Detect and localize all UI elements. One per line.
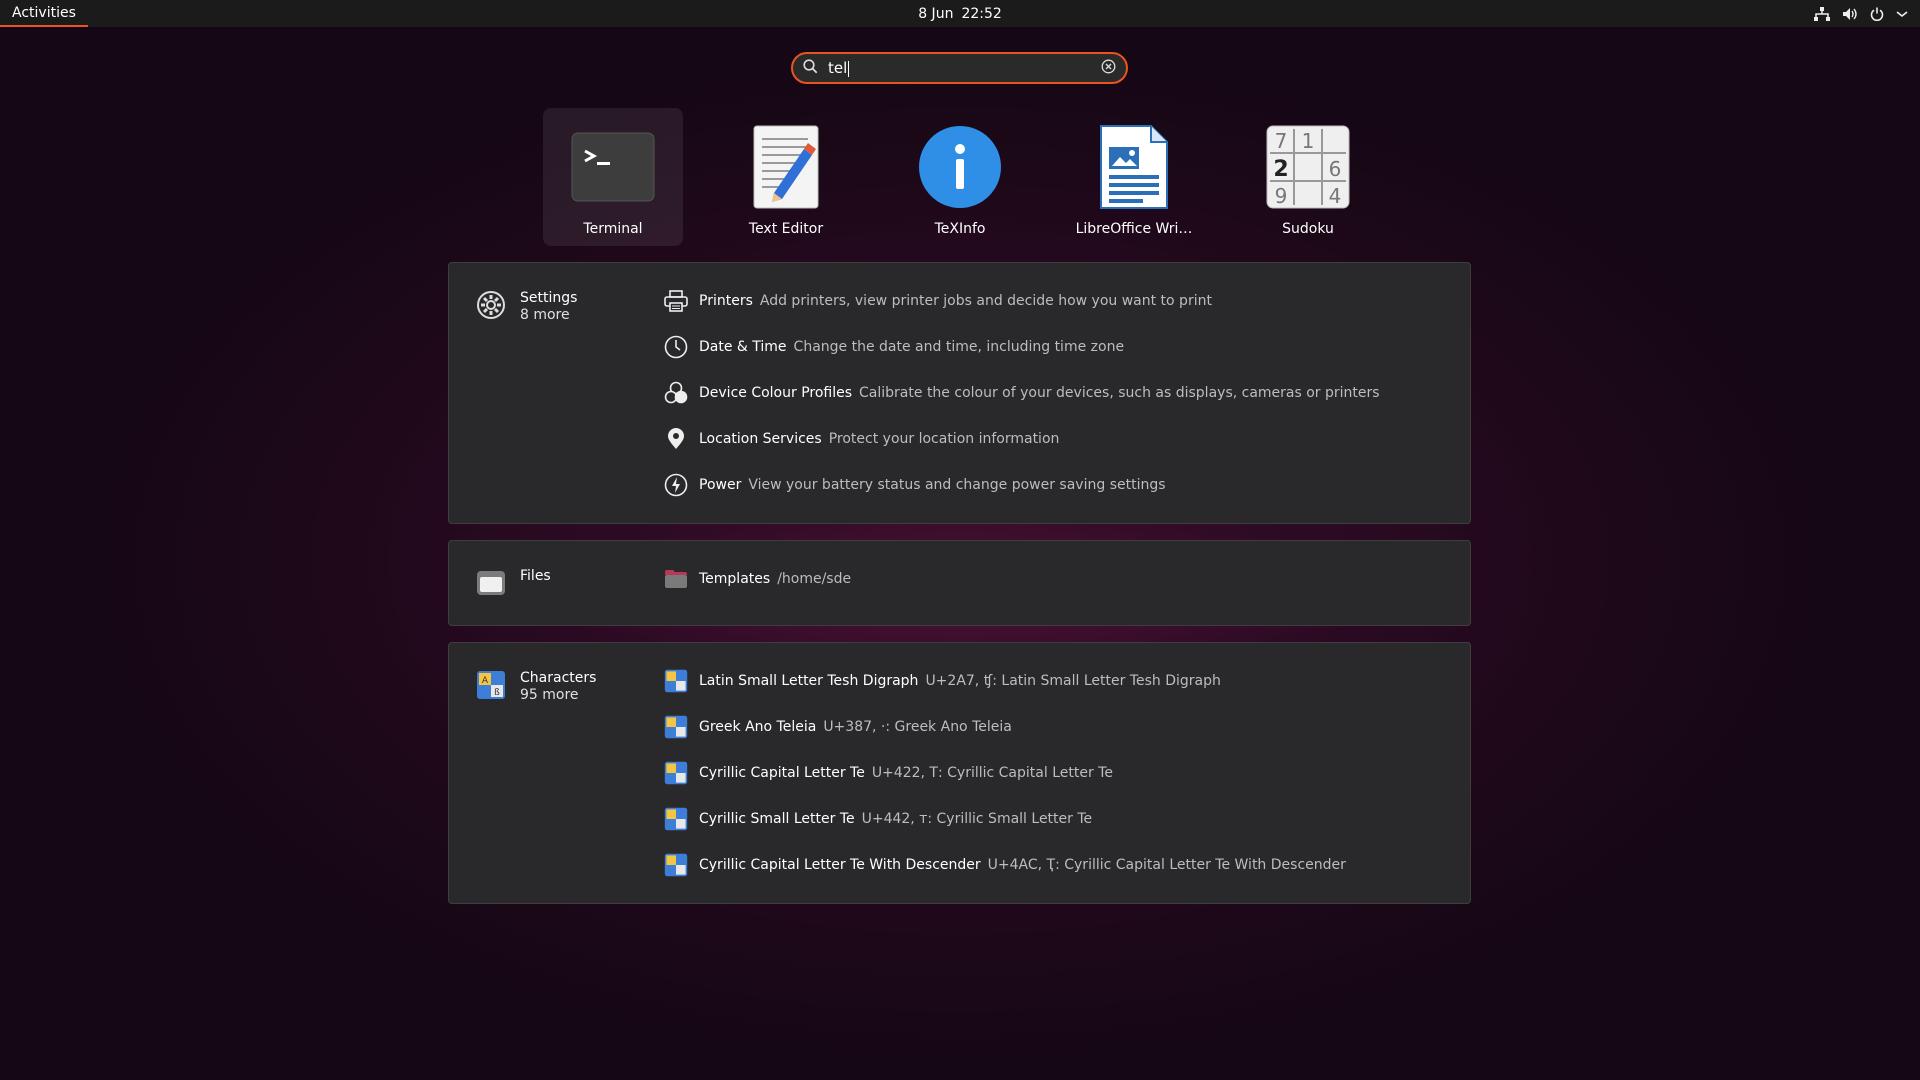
- files-folder-icon: [476, 568, 506, 602]
- libreoffice-writer-icon: [1092, 125, 1176, 209]
- result-title: Cyrillic Small Letter Te: [699, 811, 855, 827]
- svg-text:ß: ß: [494, 688, 500, 698]
- provider-name: Settings: [520, 290, 578, 306]
- result-device-colour-profiles[interactable]: Device Colour Profiles Calibrate the col…: [663, 378, 1380, 408]
- clock-button[interactable]: 8 Jun 22:52: [0, 0, 1920, 27]
- result-character[interactable]: Greek Ano Teleia U+387, ·: Greek Ano Tel…: [663, 712, 1012, 742]
- result-title: Printers: [699, 293, 753, 309]
- result-character[interactable]: Cyrillic Capital Letter Te U+422, Т: Cyr…: [663, 758, 1113, 788]
- app-sudoku[interactable]: 716 9 4 2 Sudoku: [1238, 108, 1378, 246]
- result-description: Protect your location information: [828, 431, 1060, 447]
- result-location-services[interactable]: Location Services Protect your location …: [663, 424, 1059, 454]
- app-label: Sudoku: [1282, 221, 1334, 237]
- result-description: Add printers, view printer jobs and deci…: [759, 293, 1212, 309]
- power-bolt-icon: [663, 472, 689, 498]
- sudoku-icon: 716 9 4 2: [1266, 125, 1350, 209]
- network-icon[interactable]: [1814, 6, 1830, 21]
- result-date-time[interactable]: Date & Time Change the date and time, in…: [663, 332, 1124, 362]
- result-title: Templates: [699, 571, 771, 587]
- result-title: Device Colour Profiles: [699, 385, 853, 401]
- result-description: U+2A7, ʧ: Latin Small Letter Tesh Digrap…: [925, 673, 1221, 689]
- printer-icon: [663, 288, 689, 314]
- provider-name: Characters: [520, 670, 597, 686]
- result-title: Latin Small Letter Tesh Digraph: [699, 673, 919, 689]
- result-title: Cyrillic Capital Letter Te With Descende…: [699, 857, 981, 873]
- search-entry[interactable]: tel: [791, 52, 1128, 84]
- characters-provider[interactable]: Aß Characters 95 more: [476, 670, 596, 704]
- clock-date: 8 Jun: [918, 5, 954, 22]
- svg-text:A: A: [482, 676, 489, 686]
- result-printers[interactable]: Printers Add printers, view printer jobs…: [663, 286, 1212, 316]
- svg-text:4: 4: [1329, 184, 1342, 208]
- result-power[interactable]: Power View your battery status and chang…: [663, 470, 1166, 500]
- svg-text:2: 2: [1273, 157, 1288, 182]
- result-description: U+442, т: Cyrillic Small Letter Te: [861, 811, 1093, 827]
- result-description: Change the date and time, including time…: [793, 339, 1125, 355]
- characters-icon: Aß: [476, 670, 506, 704]
- result-character[interactable]: Cyrillic Capital Letter Te With Descende…: [663, 850, 1346, 880]
- app-label: TeXInfo: [934, 221, 986, 237]
- text-caret: [848, 60, 850, 77]
- result-description: U+422, Т: Cyrillic Capital Letter Te: [871, 765, 1113, 781]
- app-terminal[interactable]: Terminal: [543, 108, 683, 246]
- location-pin-icon: [663, 426, 689, 452]
- text-editor-icon: [744, 125, 828, 209]
- provider-name: Files: [520, 568, 551, 584]
- result-title: Greek Ano Teleia: [699, 719, 817, 735]
- provider-more: 95 more: [520, 687, 579, 703]
- app-label: Text Editor: [748, 221, 824, 237]
- settings-results-panel: Settings 8 more Printers Add printers, v…: [448, 262, 1471, 524]
- clock-icon: [663, 334, 689, 360]
- result-description: U+387, ·: Greek Ano Teleia: [823, 719, 1012, 735]
- folder-icon: [663, 566, 689, 592]
- app-libreoffice-writer[interactable]: LibreOffice Wri…: [1064, 108, 1204, 246]
- character-icon: [663, 668, 689, 694]
- app-texinfo[interactable]: TeXInfo: [890, 108, 1030, 246]
- result-character[interactable]: Latin Small Letter Tesh Digraph U+2A7, ʧ…: [663, 666, 1221, 696]
- result-description: /home/sde: [777, 571, 852, 587]
- character-icon: [663, 714, 689, 740]
- settings-gear-icon: [476, 290, 506, 324]
- character-icon: [663, 760, 689, 786]
- result-title: Cyrillic Capital Letter Te: [699, 765, 865, 781]
- settings-provider[interactable]: Settings 8 more: [476, 290, 577, 324]
- app-label: LibreOffice Wri…: [1075, 221, 1193, 237]
- clear-search-icon[interactable]: [1101, 59, 1116, 78]
- characters-results-panel: Aß Characters 95 more Latin Small Letter…: [448, 642, 1471, 904]
- volume-icon[interactable]: [1842, 7, 1858, 21]
- result-description: U+4AC, Ҭ: Cyrillic Capital Letter Te Wit…: [987, 857, 1346, 873]
- app-label: Terminal: [583, 221, 643, 237]
- provider-more: 8 more: [520, 307, 570, 323]
- clock-time: 22:52: [961, 5, 1002, 22]
- svg-text:9: 9: [1275, 184, 1288, 208]
- search-icon: [803, 58, 818, 78]
- terminal-icon: [571, 125, 655, 209]
- color-profiles-icon: [663, 380, 689, 406]
- result-title: Date & Time: [699, 339, 787, 355]
- svg-text:1: 1: [1302, 129, 1315, 153]
- result-character[interactable]: Cyrillic Small Letter Te U+442, т: Cyril…: [663, 804, 1092, 834]
- svg-text:7: 7: [1275, 129, 1288, 153]
- top-bar: Activities 8 Jun 22:52: [0, 0, 1920, 27]
- character-icon: [663, 852, 689, 878]
- result-description: View your battery status and change powe…: [748, 477, 1166, 493]
- system-tray[interactable]: [1814, 0, 1908, 27]
- result-title: Power: [699, 477, 742, 493]
- svg-text:6: 6: [1329, 157, 1342, 181]
- files-results-panel: Files Templates /home/sde: [448, 540, 1471, 626]
- chevron-down-icon[interactable]: [1896, 9, 1908, 19]
- result-templates[interactable]: Templates /home/sde: [663, 564, 851, 594]
- power-icon[interactable]: [1870, 7, 1884, 21]
- result-title: Location Services: [699, 431, 822, 447]
- app-text-editor[interactable]: Text Editor: [716, 108, 856, 246]
- files-provider[interactable]: Files: [476, 568, 551, 602]
- character-icon: [663, 806, 689, 832]
- result-description: Calibrate the colour of your devices, su…: [859, 385, 1380, 401]
- info-icon: [918, 125, 1002, 209]
- search-input[interactable]: tel: [828, 59, 847, 77]
